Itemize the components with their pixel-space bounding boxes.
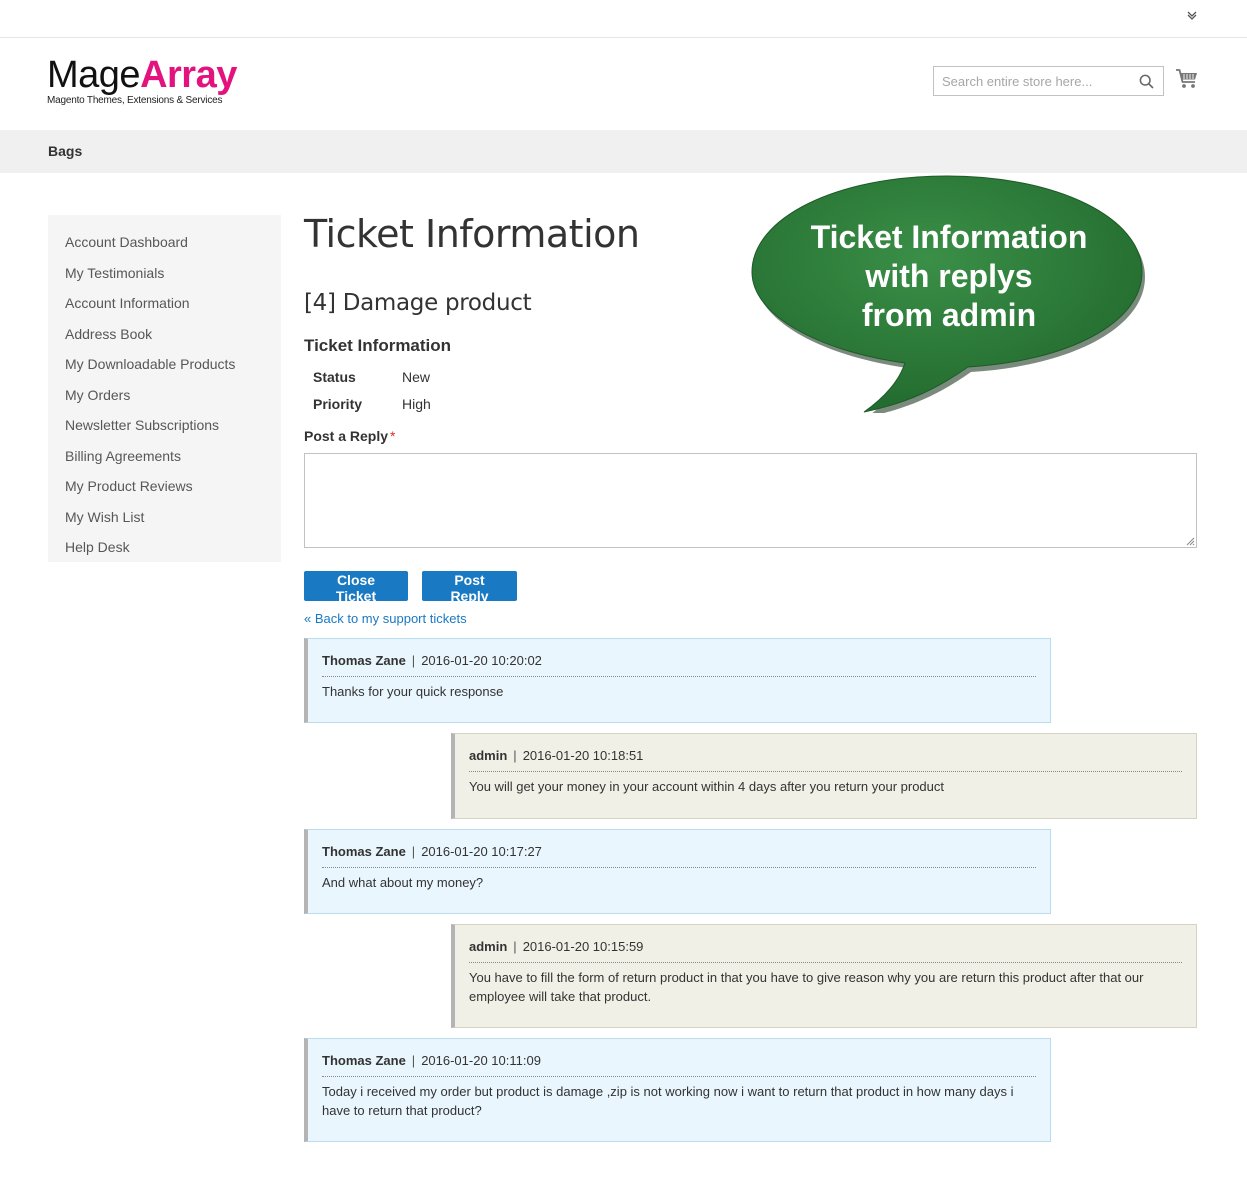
store-logo[interactable]: MageArray Magento Themes, Extensions & S… [47,56,267,108]
back-to-tickets-link[interactable]: « Back to my support tickets [304,611,467,626]
sidebar-item-address-book[interactable]: Address Book [48,322,281,353]
search-box [933,66,1164,96]
message-time: 2016-01-20 10:18:51 [522,748,644,763]
ticket-subject: [4] Damage product [304,290,532,316]
message-author: Thomas Zane [322,844,406,859]
message-thread-item: Thomas Zane | 2016-01-20 10:17:27 And what… [304,829,1051,914]
sidebar-item-my-testimonials[interactable]: My Testimonials [48,261,281,292]
message-text: You will get your money in your account … [469,779,944,794]
message-thread-item: Thomas Zane | 2016-01-20 10:20:02 Thanks f… [304,638,1051,723]
sidebar-item-help-desk[interactable]: Help Desk [48,535,281,566]
search-input[interactable] [934,67,1124,95]
message-author: Thomas Zane [322,653,406,668]
ticket-info-heading: Ticket Information [304,336,452,355]
message-header: admin | 2016-01-20 10:18:51 [469,748,1182,772]
message-header: Thomas Zane | 2016-01-20 10:20:02 [322,653,1036,677]
priority-label: Priority [313,396,363,412]
message-time: 2016-01-20 10:15:59 [522,939,644,954]
callout-text: Ticket Information with replys from admi… [810,219,1088,333]
sidebar-item-newsletter-subscriptions[interactable]: Newsletter Subscriptions [48,413,281,444]
message-text: You have to fill the form of return prod… [469,970,1144,1004]
sidebar-item-account-information[interactable]: Account Information [48,291,281,322]
page-title: Ticket Information [304,212,640,256]
message-time: 2016-01-20 10:20:02 [421,653,542,668]
main-nav: Bags [0,130,1247,173]
reply-label: Post a Reply * [304,428,396,444]
priority-row: Priority High [313,396,431,412]
sidebar-item-wish-list[interactable]: My Wish List [48,505,281,536]
reply-textarea[interactable] [304,453,1197,548]
message-thread-item: admin | 2016-01-20 10:18:51 You will get y… [451,733,1197,819]
message-time: 2016-01-20 10:11:09 [421,1053,541,1068]
message-header: Thomas Zane | 2016-01-20 10:17:27 [322,844,1036,868]
sidebar-item-product-reviews[interactable]: My Product Reviews [48,474,281,505]
search-icon[interactable] [1139,74,1154,89]
sidebar-item-account-dashboard[interactable]: Account Dashboard [48,230,281,261]
status-value: New [402,369,431,385]
required-mark: * [390,428,396,444]
status-label: Status [313,369,356,385]
message-author: admin [469,748,508,763]
message-author: admin [469,939,508,954]
sidebar-item-billing-agreements[interactable]: Billing Agreements [48,444,281,475]
message-author: Thomas Zane [322,1053,406,1068]
top-strip [0,0,1247,38]
chevron-down-icon[interactable] [1185,8,1199,22]
message-thread-item: Thomas Zane | 2016-01-20 10:11:09 Today i … [304,1038,1051,1142]
account-sidebar: Account Dashboard My Testimonials Accoun… [48,215,281,562]
sidebar-item-my-orders[interactable]: My Orders [48,383,281,414]
close-ticket-button[interactable]: Close Ticket [304,571,408,604]
message-header: admin | 2016-01-20 10:15:59 [469,939,1182,963]
logo-wordmark: MageArray [47,54,237,96]
message-text: And what about my money? [322,875,484,890]
message-thread-item: admin | 2016-01-20 10:15:59 You have to fi… [451,924,1197,1028]
post-reply-button[interactable]: Post Reply [422,571,517,604]
status-row: Status New [313,369,430,385]
priority-value: High [402,396,431,412]
message-time: 2016-01-20 10:17:27 [421,844,542,859]
cart-icon[interactable] [1175,68,1199,90]
message-header: Thomas Zane | 2016-01-20 10:11:09 [322,1053,1036,1077]
logo-tagline: Magento Themes, Extensions & Services [47,95,223,106]
message-text: Thanks for your quick response [322,684,504,699]
message-text: Today i received my order but product is… [322,1084,1014,1118]
sidebar-item-downloadable-products[interactable]: My Downloadable Products [48,352,281,383]
nav-item-bags[interactable]: Bags [48,143,82,159]
resize-grip-icon[interactable] [1186,537,1195,546]
